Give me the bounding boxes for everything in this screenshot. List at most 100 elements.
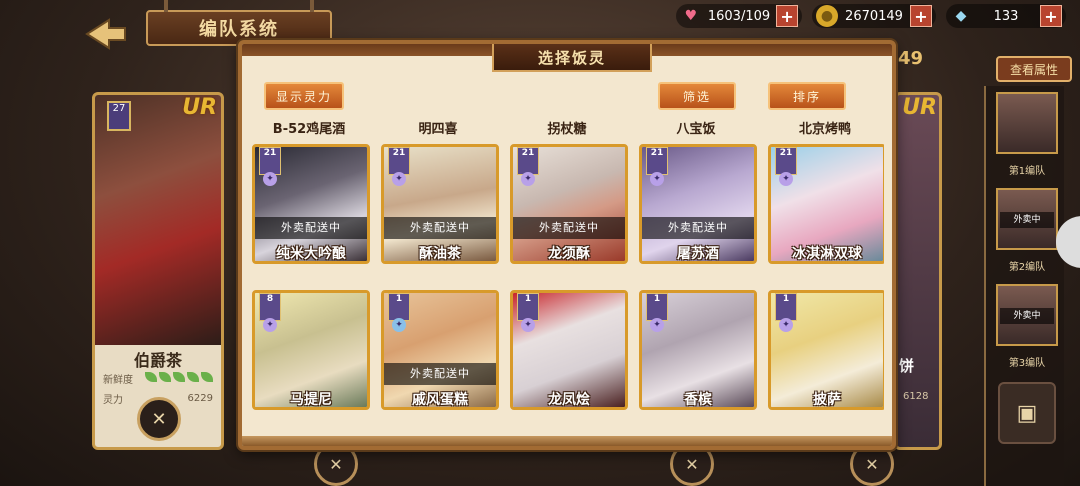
delivery-status: 外卖配送中 (384, 363, 496, 385)
character-card[interactable]: 21 ✦ 外卖配送中 屠苏酒 (639, 144, 757, 264)
level-tag: 21 ✦ (775, 147, 797, 186)
element-icon: ✦ (263, 172, 277, 186)
level-tag: 21 ✦ (517, 147, 539, 186)
heart-icon: ♥ (684, 8, 698, 24)
team-column: 第1编队 外卖中 第2编队 外卖中 第3编队 ▣ (984, 86, 1064, 486)
view-attributes-button[interactable]: 查看属性 (996, 56, 1072, 82)
element-icon: ✦ (650, 318, 664, 332)
element-icon: ✦ (521, 318, 535, 332)
element-icon: ✦ (779, 172, 793, 186)
element-icon: ✦ (650, 172, 664, 186)
level-tag: 8 ✦ (259, 293, 281, 332)
crystal-icon: ◆ (955, 8, 967, 24)
element-icon: ✦ (392, 172, 406, 186)
character-card[interactable]: 21 ✦ 冰淇淋双球 (768, 144, 884, 264)
game-screen: 编队系统 ♥ 1603/109 + ● 2670149 + ◆ 133 + 查看… (0, 0, 1080, 486)
character-card[interactable]: 21 ✦ 外卖配送中 龙须酥 (510, 144, 628, 264)
grid-item-name: 拐杖糖 (547, 122, 587, 137)
freshness-row: 新鲜度 (103, 371, 213, 386)
character-card[interactable]: 21 ✦ 外卖配送中 酥油茶 (381, 144, 499, 264)
character-name: 龙凤烩 (548, 392, 590, 408)
show-power-button[interactable]: 显示灵力 (264, 82, 344, 110)
character-portrait (95, 95, 221, 345)
modal-title: 选择饭灵 (492, 44, 652, 72)
team-slot-1[interactable]: 第1编队 (996, 92, 1058, 177)
level-tag: 1 ✦ (388, 293, 410, 332)
character-name: 香槟 (684, 392, 712, 408)
hearts-resource: ♥ 1603/109 + (676, 4, 802, 28)
team-label: 第1编队 (1008, 166, 1046, 177)
add-crystal-button[interactable]: + (1040, 5, 1062, 27)
team-label: 第2编队 (1008, 262, 1046, 273)
grid-item-name: 八宝饭 (676, 122, 716, 137)
character-name: 屠苏酒 (677, 246, 719, 262)
power-label: 灵力 (103, 395, 123, 406)
previous-row: B-52鸡尾酒 明四喜 拐杖糖 八宝饭 北京烤鸭 (250, 118, 884, 137)
character-name: 伯爵茶 (133, 351, 182, 370)
character-name: 酥油茶 (419, 246, 461, 262)
character-name: 龙须酥 (548, 246, 590, 262)
level-tag: 21 ✦ (259, 147, 281, 186)
element-icon: ✦ (521, 172, 535, 186)
freshness-leaves (143, 372, 213, 385)
add-gold-button[interactable]: + (910, 5, 932, 27)
character-card[interactable]: 1 ✦ 香槟 (639, 290, 757, 410)
select-character-modal: 选择饭灵 显示灵力 筛选 排序 B-52鸡尾酒 明四喜 拐杖糖 八宝饭 北京烤鸭… (238, 40, 896, 450)
grid-item-name: 北京烤鸭 (798, 122, 851, 137)
add-hearts-button[interactable]: + (776, 5, 798, 27)
back-button[interactable] (76, 14, 136, 54)
crystal-value: 133 (993, 8, 1019, 24)
element-icon: ✦ (392, 318, 406, 332)
level-tag: 21 ✦ (646, 147, 668, 186)
partial-number: 49 (898, 48, 924, 69)
modal-bottom-border (242, 436, 892, 446)
character-name: 戚风蛋糕 (412, 392, 468, 408)
delivery-status: 外卖配送中 (642, 217, 754, 239)
character-grid: B-52鸡尾酒 明四喜 拐杖糖 八宝饭 北京烤鸭 21 ✦ 外卖配送中 纯米大吟酿… (250, 118, 884, 444)
delivery-status: 外卖配送中 (255, 217, 367, 239)
freshness-label: 新鲜度 (103, 375, 133, 386)
character-card[interactable]: 8 ✦ 马提尼 (252, 290, 370, 410)
character-name-partial: 饼 (899, 357, 915, 375)
crystal-resource: ◆ 133 + (946, 4, 1066, 28)
grid-item-name: B-52鸡尾酒 (272, 122, 346, 137)
character-name: 纯米大吟酿 (276, 246, 346, 262)
element-icon: ✦ (263, 318, 277, 332)
sort-button[interactable]: 排序 (768, 82, 846, 110)
level-tag: 1 ✦ (646, 293, 668, 332)
level-tag: 21 ✦ (388, 147, 410, 186)
delivery-badge: 外卖中 (1000, 212, 1054, 228)
grid-item-name: 明四喜 (418, 122, 458, 137)
team-label: 第3编队 (1008, 358, 1046, 369)
delivery-badge: 外卖中 (1000, 308, 1054, 324)
hearts-value: 1603/109 (707, 8, 771, 24)
selected-character-card[interactable]: UR 27 伯爵茶 新鲜度 灵力 6229 ✕ (92, 92, 224, 450)
level-badge: 27 (107, 101, 131, 131)
character-name: 冰淇淋双球 (792, 246, 862, 262)
gold-value: 2670149 (845, 8, 903, 24)
chest-icon[interactable]: ▣ (998, 382, 1056, 444)
element-icon: ✦ (779, 318, 793, 332)
character-card[interactable]: 1 ✦ 龙凤烩 (510, 290, 628, 410)
filter-button[interactable]: 筛选 (658, 82, 736, 110)
power-value: 6229 (187, 393, 213, 404)
level-tag: 1 ✦ (517, 293, 539, 332)
rarity-badge: UR (182, 95, 217, 120)
character-card[interactable]: 1 ✦ 外卖配送中 戚风蛋糕 (381, 290, 499, 410)
level-tag: 1 ✦ (775, 293, 797, 332)
right-character-card[interactable]: UR 饼 6128 (894, 92, 942, 450)
back-arrow-icon (85, 18, 126, 50)
delivery-status: 外卖配送中 (513, 217, 625, 239)
power-value-partial: 6128 (903, 391, 929, 402)
character-card[interactable]: 1 ✦ 披萨 (768, 290, 884, 410)
delivery-status: 外卖配送中 (384, 217, 496, 239)
rarity-badge-right: UR (902, 95, 937, 120)
gold-coin-icon: ● (816, 5, 838, 27)
team-slot-3[interactable]: 外卖中 第3编队 (996, 284, 1058, 369)
gold-resource: ● 2670149 + (812, 4, 936, 28)
character-name: 马提尼 (290, 392, 332, 408)
utensils-icon[interactable]: ✕ (137, 397, 181, 441)
team-slot-2[interactable]: 外卖中 第2编队 (996, 188, 1058, 273)
character-name: 披萨 (813, 392, 841, 408)
character-card[interactable]: 21 ✦ 外卖配送中 纯米大吟酿 (252, 144, 370, 264)
